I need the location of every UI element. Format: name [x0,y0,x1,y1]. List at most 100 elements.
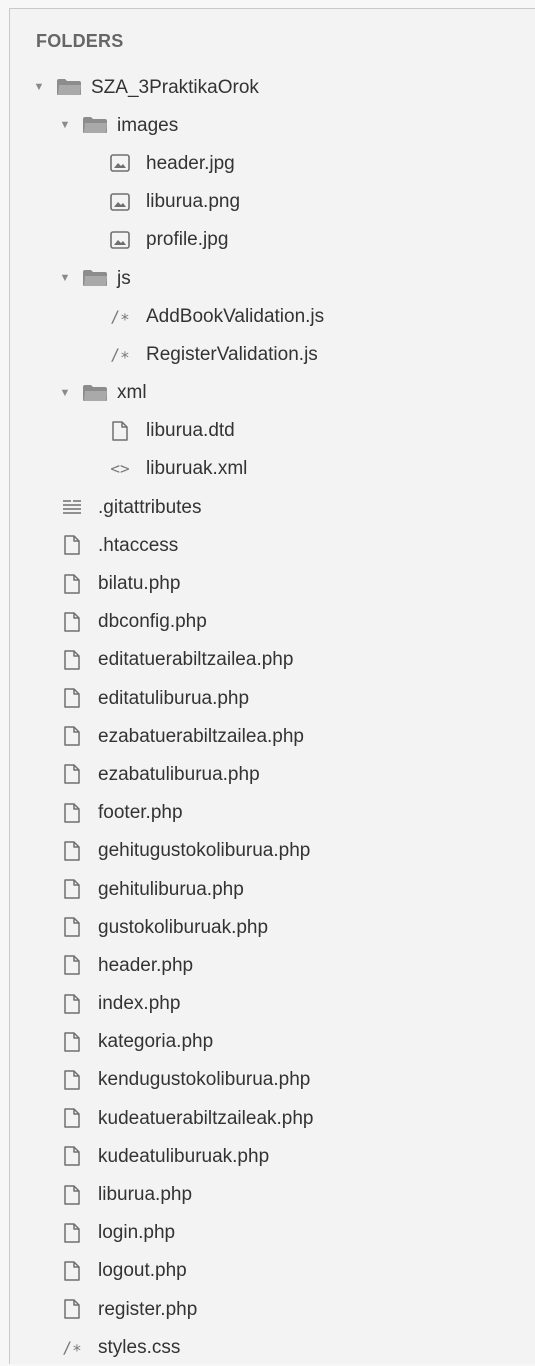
file-dbconfig-php[interactable]: dbconfig.php [10,603,535,641]
tree-item-label: .gitattributes [98,496,202,518]
file-icon [58,1145,86,1167]
file-register-php[interactable]: register.php [10,1290,535,1328]
image-file-icon [106,191,134,213]
file-icon [58,840,86,862]
file-index-php[interactable]: index.php [10,985,535,1023]
tree-item-label: .htaccess [98,534,179,556]
file-icon [58,725,86,747]
file-liburua-php[interactable]: liburua.php [10,1175,535,1213]
folder-js[interactable]: ▼ js [10,259,535,297]
expand-arrow-icon[interactable]: ▼ [32,81,46,93]
folder-open-icon [55,76,83,98]
expand-arrow-icon[interactable]: ▼ [58,119,72,131]
tree-item-label: logout.php [98,1260,187,1282]
expand-arrow-icon[interactable]: ▼ [58,387,72,399]
expand-arrow-icon[interactable]: ▼ [58,272,72,284]
folder-sza-3praktikaorok[interactable]: ▼ SZA_3PraktikaOrok [10,68,535,106]
file-logout-php[interactable]: logout.php [10,1252,535,1290]
tree-item-label: ezabatuerabiltzailea.php [98,725,304,747]
image-file-icon [106,229,134,251]
tree-item-label: header.jpg [146,152,235,174]
file-kategoria-php[interactable]: kategoria.php [10,1023,535,1061]
tree-item-label: kudeatuerabiltzaileak.php [98,1107,314,1129]
tree-item-label: kudeatuliburuak.php [98,1145,270,1167]
file-liburua-dtd[interactable]: liburua.dtd [10,412,535,450]
file-icon [58,1260,86,1282]
file-icon [58,763,86,785]
file-liburuak-xml[interactable]: <> liburuak.xml [10,450,535,488]
tree-item-label: footer.php [98,802,183,824]
folder-open-icon [81,382,109,404]
tree-item-label: header.php [98,954,194,976]
tree-item-label: kategoria.php [98,1031,214,1053]
file-icon [58,878,86,900]
tree-item-label: liburua.php [98,1184,193,1206]
file-icon [58,1069,86,1091]
file-kudeatuerabiltzaileak-php[interactable]: kudeatuerabiltzaileak.php [10,1099,535,1137]
text-lines-icon [58,496,86,518]
folder-open-icon [81,267,109,289]
tree-item-label: images [117,114,179,136]
file-registervalidation-js[interactable]: /∗ RegisterValidation.js [10,335,535,373]
file-login-php[interactable]: login.php [10,1214,535,1252]
file-ezabatuerabiltzailea-php[interactable]: ezabatuerabiltzailea.php [10,717,535,755]
file-kendugustokoliburua-php[interactable]: kendugustokoliburua.php [10,1061,535,1099]
file-icon [58,573,86,595]
file-gehitugustokoliburua-php[interactable]: gehitugustokoliburua.php [10,832,535,870]
comment-code-icon: /∗ [110,344,130,364]
file-icon [58,802,86,824]
tree-item-label: ezabatuliburua.php [98,763,260,785]
file-icon [58,1222,86,1244]
angle-brackets-icon: <> [110,459,130,479]
file-icon [58,687,86,709]
image-file-icon [106,152,134,174]
file-bilatu-php[interactable]: bilatu.php [10,564,535,602]
folder-xml[interactable]: ▼ xml [10,374,535,412]
tree-item-label: bilatu.php [98,573,181,595]
file-icon [58,954,86,976]
tree-item-label: dbconfig.php [98,611,207,633]
file-editatuliburua-php[interactable]: editatuliburua.php [10,679,535,717]
folders-header: FOLDERS [36,31,124,51]
file-editatuerabiltzailea-php[interactable]: editatuerabiltzailea.php [10,641,535,679]
tree-item-label: liburuak.xml [146,458,248,480]
file-gustokoliburuak-php[interactable]: gustokoliburuak.php [10,908,535,946]
file-addbookvalidation-js[interactable]: /∗ AddBookValidation.js [10,297,535,335]
comment-code-icon: /∗ [62,1337,82,1357]
tree-item-label: gehitugustokoliburua.php [98,840,311,862]
folder-images[interactable]: ▼ images [10,106,535,144]
file-icon [58,916,86,938]
tree-item-label: login.php [98,1222,176,1244]
file-kudeatuliburuak-php[interactable]: kudeatuliburuak.php [10,1137,535,1175]
comment-code-icon: /∗ [110,306,130,326]
tree-item-label: editatuliburua.php [98,687,250,709]
file-icon [58,1031,86,1053]
tree-item-label: styles.css [98,1336,181,1358]
tree-item-label: profile.jpg [146,229,229,251]
sidebar-panel: FOLDERS ▼ SZA_3PraktikaOrok ▼ images header.… [9,8,535,1364]
file-icon [58,611,86,633]
tree-item-label: register.php [98,1298,198,1320]
file-tree: ▼ SZA_3PraktikaOrok ▼ images header.jpg libur… [10,68,535,1366]
tree-item-label: index.php [98,993,181,1015]
file-profile-jpg[interactable]: profile.jpg [10,221,535,259]
folder-open-icon [81,114,109,136]
tree-item-label: xml [117,382,147,404]
file-gehituliburua-php[interactable]: gehituliburua.php [10,870,535,908]
tree-item-label: liburua.dtd [146,420,235,442]
file-styles-css[interactable]: /∗ styles.css [10,1328,535,1366]
tree-item-label: gehituliburua.php [98,878,244,900]
file-header-php[interactable]: header.php [10,946,535,984]
tree-item-label: AddBookValidation.js [146,305,325,327]
file-header-jpg[interactable]: header.jpg [10,144,535,182]
tree-item-label: RegisterValidation.js [146,343,318,365]
file-footer-php[interactable]: footer.php [10,794,535,832]
file-gitattributes[interactable]: .gitattributes [10,488,535,526]
tree-item-label: js [117,267,131,289]
file-liburua-png[interactable]: liburua.png [10,183,535,221]
file-icon [58,1184,86,1206]
file-ezabatuliburua-php[interactable]: ezabatuliburua.php [10,755,535,793]
file-icon [106,420,134,442]
tree-item-label: kendugustokoliburua.php [98,1069,311,1091]
file-htaccess[interactable]: .htaccess [10,526,535,564]
